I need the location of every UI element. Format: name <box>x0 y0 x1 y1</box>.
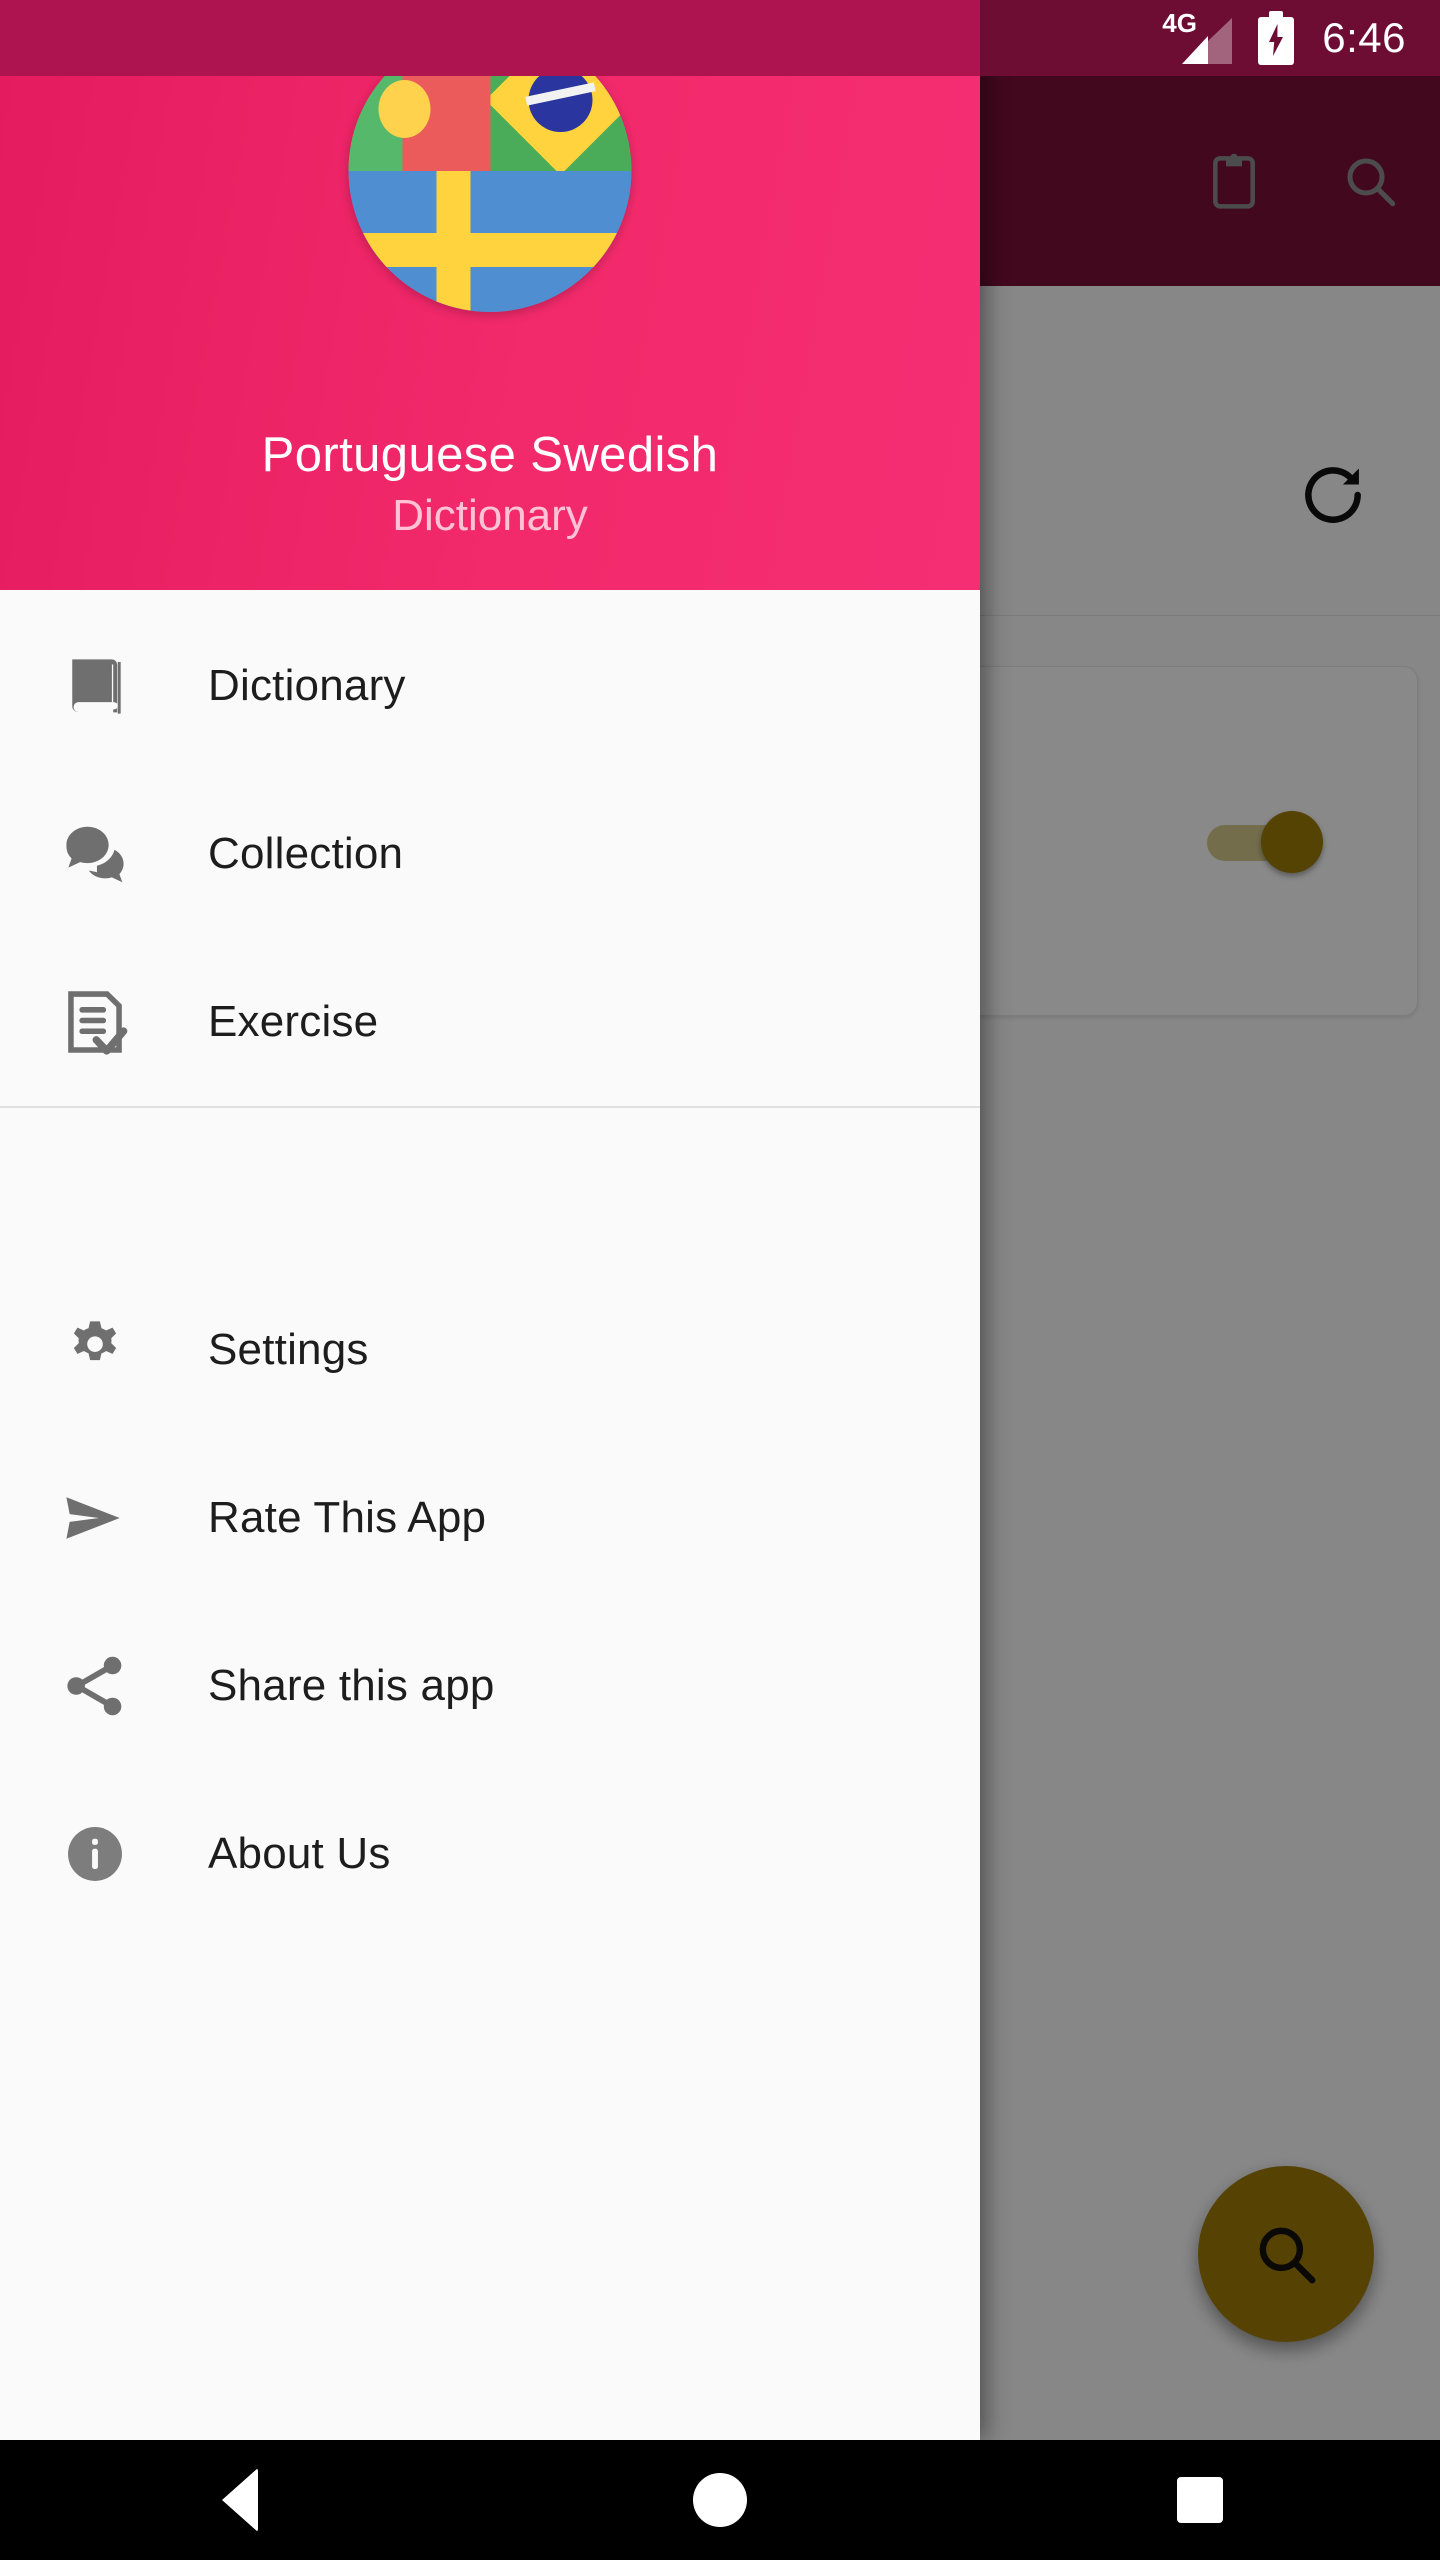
sidebar-item-exercise[interactable]: Exercise <box>0 938 980 1106</box>
sidebar-item-about-us[interactable]: About Us <box>0 1770 980 1938</box>
drawer-header: Portuguese Swedish Dictionary <box>0 29 980 590</box>
sweden-cross-vertical <box>436 170 471 312</box>
info-icon <box>54 1813 136 1895</box>
sweden-cross-horizontal <box>348 232 632 267</box>
charging-bolt-icon <box>1269 24 1284 56</box>
share-icon <box>54 1645 136 1727</box>
drawer-title: Portuguese Swedish <box>261 428 719 482</box>
circle-home-icon <box>693 2473 747 2527</box>
recents-button[interactable] <box>960 2440 1440 2560</box>
sidebar-item-label: Share this app <box>208 1661 495 1710</box>
triangle-back-icon <box>222 2468 258 2532</box>
sidebar-item-collection[interactable]: Collection <box>0 770 980 938</box>
sidebar-item-label: Settings <box>208 1325 369 1374</box>
sidebar-item-label: Dictionary <box>208 661 406 710</box>
navigation-drawer: Portuguese Swedish Dictionary Dictionary… <box>0 0 980 2440</box>
system-navigation-bar <box>0 2440 1440 2560</box>
battery-charging-icon <box>1258 11 1295 65</box>
checklist-icon <box>54 981 136 1063</box>
phone-screen: Portuguese Swedish Dictionary Dictionary… <box>0 0 1440 2560</box>
search-icon <box>1259 2227 1316 2284</box>
status-bar: 4G 6:46 <box>980 0 1440 76</box>
sidebar-item-dictionary[interactable]: Dictionary <box>0 602 980 770</box>
drawer-subtitle: Dictionary <box>392 491 588 540</box>
back-button[interactable] <box>0 2440 480 2560</box>
send-icon <box>54 1477 136 1559</box>
setting-toggle[interactable] <box>1207 811 1337 873</box>
search-fab[interactable] <box>1198 2166 1374 2342</box>
book-icon <box>54 645 136 727</box>
sidebar-item-rate-app[interactable]: Rate This App <box>0 1434 980 1602</box>
drawer-secondary-group: Settings Rate This App Share this app Ab… <box>0 1266 980 1938</box>
signal-bars-icon: 4G <box>1162 10 1233 64</box>
sidebar-item-label: Collection <box>208 829 404 878</box>
drawer-menu: Dictionary Collection Exercise Settings … <box>0 590 980 2440</box>
sidebar-item-label: Rate This App <box>208 1493 487 1542</box>
clipboard-icon[interactable] <box>1202 149 1266 213</box>
chat-bubbles-icon <box>54 813 136 895</box>
home-button[interactable] <box>480 2440 960 2560</box>
sidebar-item-share-app[interactable]: Share this app <box>0 1602 980 1770</box>
sidebar-item-label: Exercise <box>208 997 379 1046</box>
portugal-armillary <box>378 79 431 138</box>
square-recents-icon <box>1177 2477 1223 2523</box>
sidebar-item-settings[interactable]: Settings <box>0 1266 980 1434</box>
app-bar-actions <box>1202 76 1402 286</box>
status-bar-clock: 6:46 <box>1322 14 1406 61</box>
gear-icon <box>54 1309 136 1391</box>
menu-group-spacer <box>0 1108 980 1266</box>
sidebar-item-label: About Us <box>208 1829 391 1878</box>
drawer-primary-group: Dictionary Collection Exercise <box>0 602 980 1106</box>
toggle-thumb[interactable] <box>1261 811 1323 873</box>
refresh-icon[interactable] <box>1296 458 1370 532</box>
drawer-status-bar-area <box>0 0 980 76</box>
drawer-header-titles: Portuguese Swedish Dictionary <box>0 424 980 544</box>
sweden-flag-half <box>348 170 632 312</box>
signal-triangle-fg <box>1182 36 1209 64</box>
search-icon[interactable] <box>1338 149 1402 213</box>
